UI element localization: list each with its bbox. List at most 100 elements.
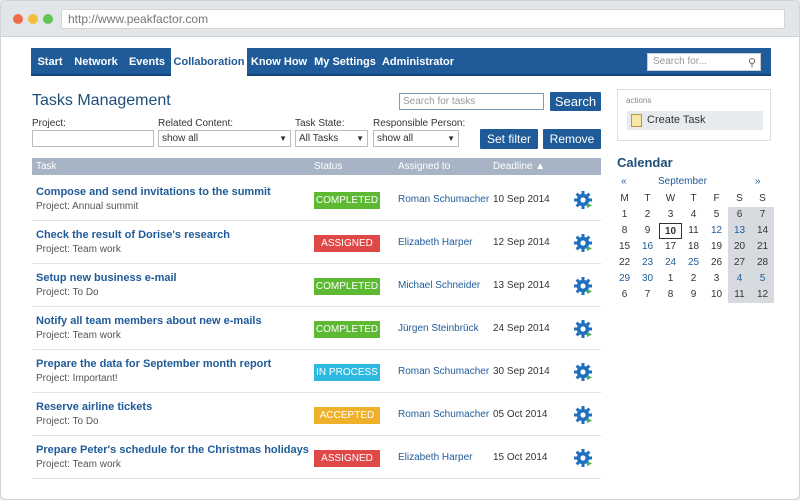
calendar-day[interactable]: 12 <box>751 287 774 303</box>
calendar-day[interactable]: 28 <box>751 255 774 271</box>
calendar-day[interactable]: 26 <box>705 255 728 271</box>
calendar-day[interactable]: 30 <box>636 271 659 287</box>
calendar-day[interactable]: 7 <box>751 207 774 223</box>
calendar-weekday: T <box>644 193 651 204</box>
calendar-day[interactable]: 13 <box>728 223 751 239</box>
task-title-link[interactable]: Notify all team members about new e-mail… <box>36 315 262 327</box>
calendar-day[interactable]: 22 <box>613 255 636 271</box>
nav-item-my-settings[interactable]: My Settings <box>311 48 379 76</box>
tasks-table-header: Task Status Assigned to Deadline ▲ <box>32 158 601 175</box>
calendar-day[interactable]: 4 <box>682 207 705 223</box>
calendar-prev-button[interactable]: « <box>621 176 627 187</box>
calendar-day[interactable]: 12 <box>705 223 728 239</box>
calendar-day[interactable]: 19 <box>705 239 728 255</box>
create-task-button[interactable]: Create Task <box>627 111 763 130</box>
column-header-task[interactable]: Task <box>36 158 57 175</box>
nav-item-administrator[interactable]: Administrator <box>379 48 457 76</box>
assignee-link[interactable]: Roman Schumacher <box>398 409 489 420</box>
column-header-deadline[interactable]: Deadline ▲ <box>493 158 545 175</box>
gear-icon[interactable] <box>573 319 593 339</box>
close-window-icon[interactable] <box>13 14 23 24</box>
address-bar[interactable]: http://www.peakfactor.com <box>61 9 785 29</box>
task-title-link[interactable]: Reserve airline tickets <box>36 401 152 413</box>
assignee-link[interactable]: Roman Schumacher <box>398 366 489 377</box>
calendar-day[interactable]: 25 <box>682 255 705 271</box>
maximize-window-icon[interactable] <box>43 14 53 24</box>
gear-icon[interactable] <box>573 233 593 253</box>
set-filter-button[interactable]: Set filter <box>480 129 538 149</box>
responsible-person-select[interactable]: show all ▼ <box>373 130 459 147</box>
nav-item-events[interactable]: Events <box>123 48 171 76</box>
status-badge: ASSIGNED <box>314 235 380 252</box>
gear-icon[interactable] <box>573 405 593 425</box>
nav-item-network[interactable]: Network <box>69 48 123 76</box>
calendar-day[interactable]: 18 <box>682 239 705 255</box>
calendar-day[interactable]: 6 <box>728 207 751 223</box>
calendar-day[interactable]: 27 <box>728 255 751 271</box>
calendar-day[interactable]: 7 <box>636 287 659 303</box>
related-content-select[interactable]: show all ▼ <box>158 130 291 147</box>
assignee-link[interactable]: Roman Schumacher <box>398 194 489 205</box>
task-title-link[interactable]: Prepare Peter's schedule for the Christm… <box>36 444 309 456</box>
calendar-day[interactable]: 16 <box>636 239 659 255</box>
calendar-day[interactable]: 17 <box>659 239 682 255</box>
nav-item-start[interactable]: Start <box>31 48 69 76</box>
minimize-window-icon[interactable] <box>28 14 38 24</box>
task-search-input[interactable]: Search for tasks <box>399 93 544 110</box>
task-title-link[interactable]: Check the result of Dorise's research <box>36 229 230 241</box>
calendar-day[interactable]: 5 <box>705 207 728 223</box>
calendar-day[interactable]: 20 <box>728 239 751 255</box>
task-title-link[interactable]: Prepare the data for September month rep… <box>36 358 271 370</box>
create-task-label: Create Task <box>647 114 706 126</box>
calendar-day[interactable]: 10 <box>705 287 728 303</box>
calendar-day[interactable]: 2 <box>682 271 705 287</box>
task-state-select[interactable]: All Tasks ▼ <box>295 130 368 147</box>
calendar-day[interactable]: 9 <box>636 223 659 239</box>
project-filter-input[interactable] <box>32 130 154 147</box>
calendar-day[interactable]: 3 <box>659 207 682 223</box>
calendar-day[interactable]: 23 <box>636 255 659 271</box>
calendar-day[interactable]: 11 <box>728 287 751 303</box>
table-row: Prepare the data for September month rep… <box>32 350 601 393</box>
calendar-day[interactable]: 5 <box>751 271 774 287</box>
calendar-weekday: M <box>620 193 629 204</box>
search-button[interactable]: Search <box>550 92 601 111</box>
task-title-link[interactable]: Setup new business e-mail <box>36 272 177 284</box>
calendar-day[interactable]: 2 <box>636 207 659 223</box>
calendar-day[interactable]: 8 <box>613 223 636 239</box>
gear-icon[interactable] <box>573 190 593 210</box>
calendar-day[interactable]: 8 <box>659 287 682 303</box>
column-header-assigned[interactable]: Assigned to <box>398 158 450 175</box>
actions-label: actions <box>626 96 652 105</box>
calendar-day[interactable]: 4 <box>728 271 751 287</box>
calendar-next-button[interactable]: » <box>755 176 761 187</box>
gear-icon[interactable] <box>573 448 593 468</box>
calendar-day[interactable]: 14 <box>751 223 774 239</box>
calendar-day[interactable]: 10 <box>659 223 682 239</box>
table-row: Check the result of Dorise's research Pro… <box>32 221 601 264</box>
calendar-day[interactable]: 15 <box>613 239 636 255</box>
assignee-link[interactable]: Michael Schneider <box>398 280 480 291</box>
calendar-day[interactable]: 1 <box>659 271 682 287</box>
task-title-link[interactable]: Compose and send invitations to the summ… <box>36 186 271 198</box>
calendar-day[interactable]: 29 <box>613 271 636 287</box>
nav-item-know-how[interactable]: Know How <box>247 48 311 76</box>
calendar-day[interactable]: 11 <box>682 223 705 239</box>
column-header-status[interactable]: Status <box>314 158 342 175</box>
calendar-day[interactable]: 24 <box>659 255 682 271</box>
gear-icon[interactable] <box>573 362 593 382</box>
browser-window: http://www.peakfactor.com Start Network … <box>0 0 800 500</box>
nav-search-input[interactable]: Search for... ⚲ <box>647 53 761 71</box>
calendar-day[interactable]: 21 <box>751 239 774 255</box>
remove-filter-button[interactable]: Remove <box>543 129 601 149</box>
calendar-day[interactable]: 9 <box>682 287 705 303</box>
calendar-day[interactable]: 3 <box>705 271 728 287</box>
assignee-link[interactable]: Elizabeth Harper <box>398 237 472 248</box>
search-icon[interactable]: ⚲ <box>748 55 756 71</box>
calendar-day[interactable]: 1 <box>613 207 636 223</box>
assignee-link[interactable]: Elizabeth Harper <box>398 452 472 463</box>
gear-icon[interactable] <box>573 276 593 296</box>
calendar-day[interactable]: 6 <box>613 287 636 303</box>
nav-item-collaboration[interactable]: Collaboration <box>171 48 247 78</box>
assignee-link[interactable]: Jürgen Steinbrück <box>398 323 479 334</box>
